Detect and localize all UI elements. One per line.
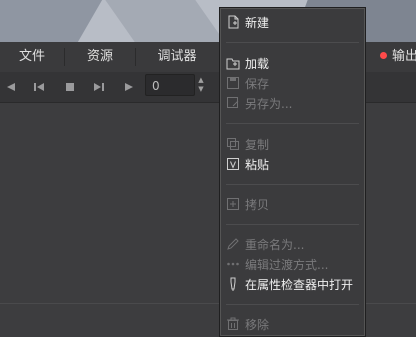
alert-dot-icon — [380, 52, 387, 59]
menu-item-duplicate: 复制 — [220, 134, 365, 154]
frame-spinner-icon[interactable]: ▲ ▼ — [196, 76, 206, 96]
menu-item-label: 复制 — [245, 137, 270, 152]
output-tab[interactable]: 输出 — [380, 42, 416, 72]
trash-icon — [226, 317, 240, 331]
menu-item-new[interactable]: 新建 — [220, 12, 365, 32]
menu-separator — [226, 184, 359, 185]
play-backward-icon[interactable] — [3, 79, 19, 95]
menu-resource[interactable]: 资源 — [65, 42, 135, 72]
menu-separator — [226, 224, 359, 225]
inspector-icon — [226, 277, 240, 291]
menu-item-label: 粘贴 — [245, 157, 270, 172]
menu-item-edit-transition: 编辑过渡方式... — [220, 254, 365, 274]
menu-item-label: 加载 — [245, 56, 270, 71]
menu-item-save: 保存 — [220, 73, 365, 93]
step-backward-icon[interactable] — [31, 79, 47, 95]
save-as-icon — [226, 96, 240, 110]
new-file-icon — [226, 15, 240, 29]
save-icon — [226, 76, 240, 90]
menu-item-save-as: 另存为... — [220, 93, 365, 113]
play-icon[interactable] — [121, 79, 137, 95]
menu-file[interactable]: 文件 — [0, 42, 64, 72]
ellipsis-icon — [226, 257, 240, 271]
menu-item-label: 在属性检查器中打开 — [245, 277, 354, 292]
menu-separator — [226, 304, 359, 305]
stop-icon[interactable] — [62, 79, 78, 95]
menu-item-label: 移除 — [245, 317, 270, 332]
menu-debugger[interactable]: 调试器 — [136, 42, 218, 72]
frame-input[interactable]: 0 — [145, 74, 195, 96]
menu-item-label: 拷贝 — [245, 197, 270, 212]
menu-item-rename: 重命名为... — [220, 234, 365, 254]
menu-separator — [226, 123, 359, 124]
output-tab-label: 输出 — [392, 49, 416, 64]
step-forward-icon[interactable] — [91, 79, 107, 95]
menu-item-open-in-inspector[interactable]: 在属性检查器中打开 — [220, 274, 365, 294]
load-icon — [226, 56, 240, 70]
context-menu: 新建 加载 保存 另存为... 复制 粘贴 拷贝 重命名为... 编辑过渡方式.… — [219, 7, 366, 337]
copy-icon — [226, 197, 240, 211]
menu-item-remove: 移除 — [220, 314, 365, 334]
menu-item-label: 编辑过渡方式... — [245, 257, 329, 272]
duplicate-icon — [226, 137, 240, 151]
menu-item-copy: 拷贝 — [220, 194, 365, 214]
rename-icon — [226, 237, 240, 251]
paste-icon — [226, 157, 240, 171]
menu-item-label: 保存 — [245, 76, 270, 91]
menu-item-label: 另存为... — [245, 96, 293, 111]
menu-item-paste[interactable]: 粘贴 — [220, 154, 365, 174]
menu-item-label: 重命名为... — [245, 237, 305, 252]
menu-separator — [226, 42, 359, 43]
menu-item-label: 新建 — [245, 15, 270, 30]
menu-item-load[interactable]: 加载 — [220, 53, 365, 73]
